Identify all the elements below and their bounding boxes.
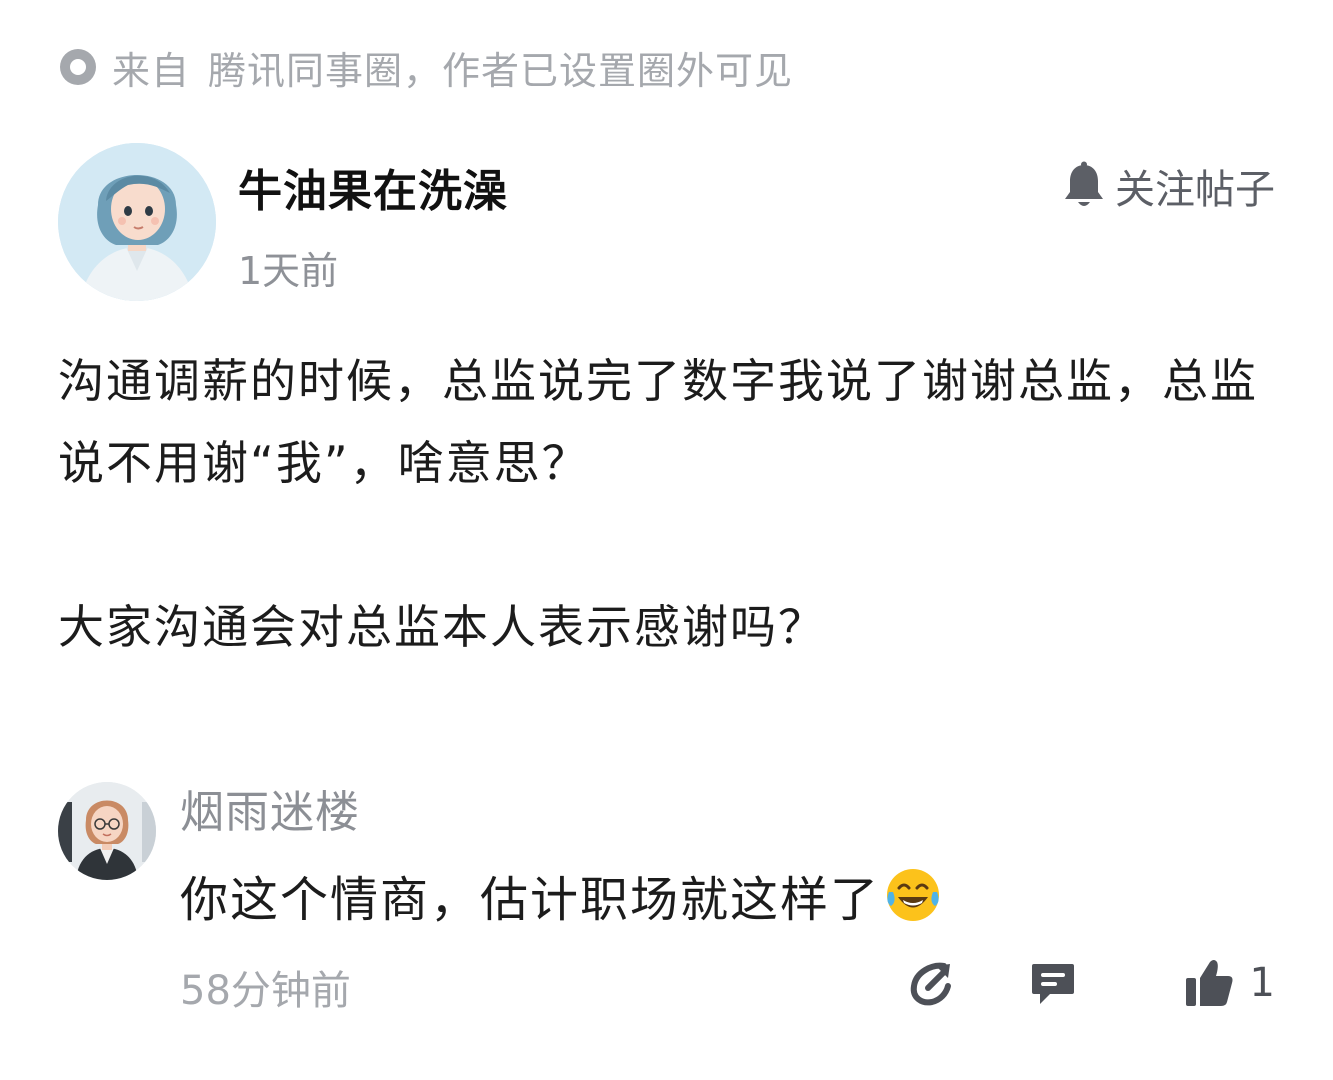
post-content: 沟通调薪的时候，总监说完了数字我说了谢谢总监，总监说不用谢“我”，啥意思？ 大家… <box>58 340 1268 668</box>
bell-icon <box>1065 161 1103 206</box>
comment-body: 你这个情商，估计职场就这样了 <box>180 872 881 928</box>
source-text[interactable]: 腾讯同事圈，作者已设置圈外可见 <box>208 40 793 95</box>
avatar-illustration <box>58 143 216 301</box>
commenter-name[interactable]: 烟雨迷楼 <box>180 776 360 840</box>
post-paragraph: 沟通调薪的时候，总监说完了数字我说了谢谢总监，总监说不用谢“我”，啥意思？ <box>58 354 1258 490</box>
follow-post-button[interactable]: 关注帖子 <box>1061 158 1275 214</box>
source-prefix: 来自 <box>112 48 191 93</box>
thumbs-up-icon <box>1185 960 1233 1006</box>
like-button[interactable]: 1 <box>1182 956 1275 1010</box>
author-name[interactable]: 牛油果在洗澡 <box>238 155 508 219</box>
reply-button[interactable] <box>1028 958 1078 1008</box>
comment-actions: 1 <box>906 950 1275 1016</box>
follow-post-label: 关注帖子 <box>1115 167 1275 213</box>
post-paragraph: 大家沟通会对总监本人表示感谢吗？ <box>58 600 826 654</box>
post-time: 1天前 <box>238 249 339 293</box>
comment-bubble-icon <box>1031 964 1074 1004</box>
author-avatar[interactable] <box>58 143 216 301</box>
share-icon <box>910 962 951 1006</box>
post-page: 来自 腾讯同事圈，作者已设置圈外可见 牛油果在洗澡 1天前 关注帖子 沟通调薪的… <box>0 0 1333 1080</box>
commenter-avatar-illustration <box>58 782 156 880</box>
share-button[interactable] <box>906 958 956 1008</box>
circle-dot-icon <box>60 49 96 85</box>
comment-text: 你这个情商，估计职场就这样了 <box>180 860 942 930</box>
comment-time: 58分钟前 <box>180 968 351 1014</box>
source-line: 来自 腾讯同事圈，作者已设置圈外可见 <box>58 40 793 94</box>
commenter-avatar[interactable] <box>58 782 156 880</box>
like-count: 1 <box>1249 960 1275 1006</box>
tears-of-joy-emoji <box>887 869 940 921</box>
